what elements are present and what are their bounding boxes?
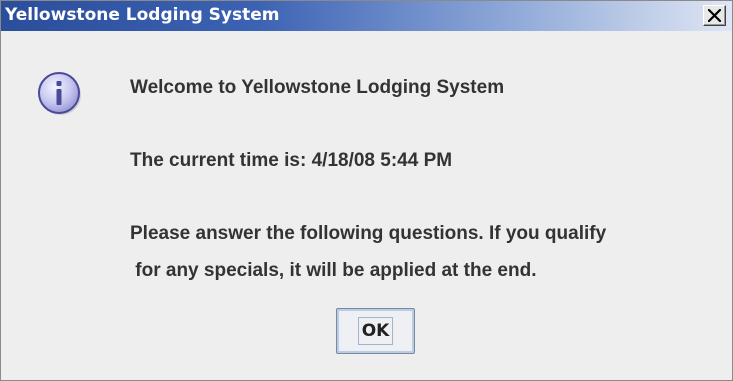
ok-button-label: OK: [357, 317, 394, 345]
current-time-message: The current time is: 4/18/08 5:44 PM: [130, 150, 453, 171]
dialog-window: Yellowstone Lodging System Welcome to Ye…: [0, 0, 733, 381]
window-title: Yellowstone Lodging System: [5, 5, 280, 25]
instructions-message-line-1: Please answer the following questions. I…: [130, 223, 607, 244]
welcome-message: Welcome to Yellowstone Lodging System: [130, 77, 505, 98]
instructions-message-line-2: for any specials, it will be applied at …: [130, 260, 537, 281]
title-bar[interactable]: Yellowstone Lodging System: [1, 1, 732, 31]
info-icon: [38, 72, 81, 115]
ok-button[interactable]: OK: [336, 308, 415, 354]
close-icon: [708, 9, 721, 22]
close-button[interactable]: [703, 5, 726, 26]
